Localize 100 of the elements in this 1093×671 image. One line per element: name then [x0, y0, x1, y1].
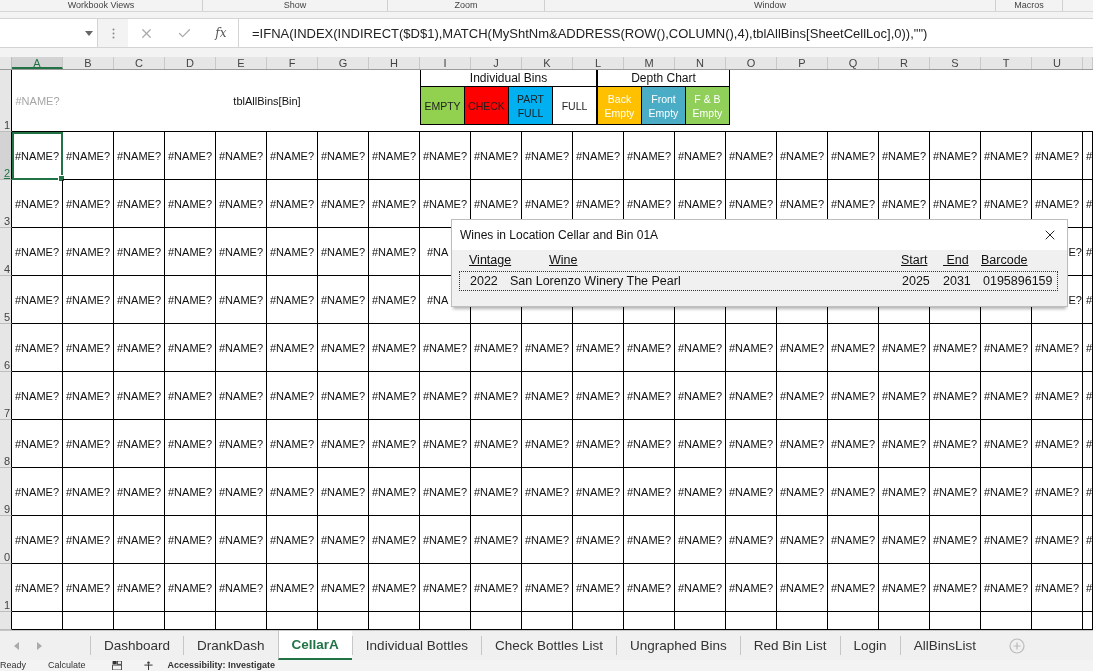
table-cell: #NAME?: [828, 564, 879, 612]
accessibility-icon[interactable]: [142, 661, 154, 670]
sheet-tab[interactable]: DrankDash: [183, 636, 278, 655]
table-cell: #NAME?: [675, 324, 726, 372]
more-options-icon[interactable]: [111, 27, 115, 39]
ribbon-group-label: Zoom: [454, 0, 478, 11]
table-cell: #NAME?: [420, 516, 471, 564]
column-heading[interactable]: Start: [901, 253, 928, 271]
table-cell: #NAME?: [369, 372, 420, 420]
row-header[interactable]: 9: [0, 468, 12, 516]
table-cell: #NAME?: [471, 420, 522, 468]
table-cell: #NAME?: [216, 564, 267, 612]
table-cell: #NAME?: [63, 564, 114, 612]
table-cell: #NAME?: [879, 324, 930, 372]
table-cell: #NAME?: [63, 132, 114, 180]
row-header[interactable]: 8: [0, 420, 12, 468]
table-cell: #NAME?: [879, 468, 930, 516]
row-header[interactable]: [0, 612, 12, 630]
ribbon-group-label: Show: [283, 0, 307, 11]
formula-field[interactable]: =IFNA(INDEX(INDIRECT($D$1),MATCH(MyShtNm&ADDRESS(ROW(),COLUMN(),4),tblAllBins[SheetCellLoc],0)),""): [239, 19, 1093, 47]
table-cell: #NAME?: [318, 420, 369, 468]
table-cell: #NAME?: [63, 276, 114, 324]
table-cell: #NAME?: [624, 564, 675, 612]
table-cell: #NAME?: [369, 132, 420, 180]
row-header[interactable]: 1: [0, 70, 12, 132]
table-cell: #NAME?: [267, 228, 318, 276]
row-header[interactable]: 6: [0, 324, 12, 372]
table-cell: #NAME?: [216, 180, 267, 228]
table-cell: #NAME?: [165, 228, 216, 276]
table-cell: #NAME?: [777, 564, 828, 612]
table-cell: #NAME?: [318, 180, 369, 228]
column-heading[interactable]: Vintage: [469, 253, 512, 271]
accessibility-status[interactable]: Accessibility: Investigate: [167, 660, 276, 671]
table-cell: #NAME?: [165, 468, 216, 516]
column-heading[interactable]: End: [943, 253, 969, 271]
table-cell: #NAME?: [216, 132, 267, 180]
row-header[interactable]: 0: [0, 516, 12, 564]
sheet-tab[interactable]: Red Bin List: [739, 636, 840, 655]
status-text: Calculate: [48, 660, 86, 671]
row-header[interactable]: 2: [0, 132, 12, 180]
column-heading[interactable]: Barcode: [981, 253, 1028, 271]
table-cell: #NAME?: [777, 372, 828, 420]
sheet-tab[interactable]: AllBinsList: [899, 636, 989, 655]
table-cell: #NAME?: [216, 324, 267, 372]
table-cell: #NAME?: [624, 132, 675, 180]
row-header[interactable]: 5: [0, 276, 12, 324]
table-cell: #NAME?: [12, 324, 63, 372]
table-cell: #NAME?: [267, 132, 318, 180]
table-cell: #NAME?: [114, 564, 165, 612]
table-cell: #NAME?: [369, 516, 420, 564]
column-heading[interactable]: Wine: [549, 253, 578, 271]
table-cell: #NAME?: [1032, 564, 1083, 612]
scroll-right-icon[interactable]: [37, 641, 42, 650]
table-cell: #NAME?: [471, 516, 522, 564]
table-cell: #NAME?: [216, 276, 267, 324]
sheet-tab[interactable]: Check Bottles List: [480, 636, 616, 655]
table-cell: #NAME?: [216, 228, 267, 276]
sheet-tab[interactable]: Individual Bottles: [351, 636, 481, 655]
sheet-tab[interactable]: Dashboard: [90, 636, 184, 655]
column-header[interactable]: A: [12, 57, 63, 69]
selected-cell[interactable]: #NAME?: [12, 132, 63, 180]
table-cell: #NAME?: [1032, 516, 1083, 564]
table-cell: #NAME?: [828, 420, 879, 468]
table-cell: #NAME?: [573, 468, 624, 516]
table-cell: #NAME?: [12, 516, 63, 564]
sheet-tab[interactable]: Login: [839, 636, 900, 655]
dropdown-caret-icon[interactable]: [85, 30, 93, 36]
table-cell: #NAME?: [420, 324, 471, 372]
table-cell: #NAME?: [981, 372, 1032, 420]
legend-swatch: PART FULL: [509, 87, 553, 124]
table-cell: #NAME?: [369, 276, 420, 324]
macro-recording-icon[interactable]: [111, 661, 123, 670]
list-row[interactable]: 2022 San Lorenzo Winery The Pearl 2025 2031 0195896159: [459, 271, 1058, 291]
table-cell: #NAME?: [12, 420, 63, 468]
sheet-tab[interactable]: CellarA: [277, 631, 352, 660]
table-cell: #NAME?: [675, 564, 726, 612]
table-cell: #NAME?: [522, 132, 573, 180]
table-cell: #NAME?: [267, 276, 318, 324]
row-header[interactable]: 1: [0, 564, 12, 612]
table-cell: #NAME?: [573, 132, 624, 180]
table-cell: #NAME?: [675, 516, 726, 564]
table-cell: #NAME?: [522, 372, 573, 420]
table-cell: #NAME?: [573, 372, 624, 420]
table-cell: #NAME?: [726, 564, 777, 612]
add-sheet-icon[interactable]: [1009, 637, 1025, 654]
table-cell: #NAME?: [1032, 372, 1083, 420]
table-cell: #NAME?: [267, 564, 318, 612]
table-cell: #NAME?: [165, 564, 216, 612]
row-header[interactable]: 3: [0, 180, 12, 228]
insert-function-button[interactable]: fx: [215, 26, 227, 40]
row-header[interactable]: 4: [0, 228, 12, 276]
table-cell: #NAME?: [63, 516, 114, 564]
scroll-left-icon[interactable]: [14, 641, 19, 650]
row-header[interactable]: 7: [0, 372, 12, 420]
table-cell: #NAME?: [930, 468, 981, 516]
sheet-tab[interactable]: Ungraphed Bins: [615, 636, 740, 655]
status-text: Ready: [0, 660, 26, 671]
table-cell: #NAME?: [114, 468, 165, 516]
table-cell: #NAME?: [216, 420, 267, 468]
table-cell: #NAME?: [522, 564, 573, 612]
